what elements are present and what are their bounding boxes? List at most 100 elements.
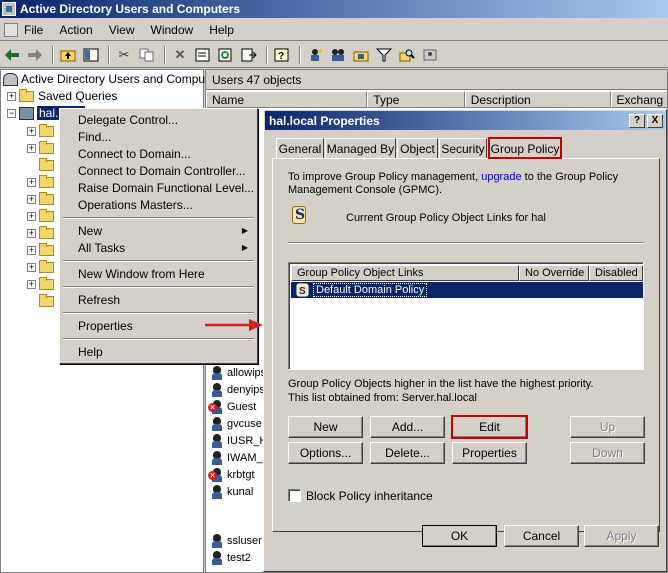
expand-icon[interactable]: + [27,279,36,289]
domain-icon [19,106,34,120]
tree-ou-item[interactable]: + [27,259,58,275]
up-folder-icon[interactable] [58,45,78,65]
user-list-item[interactable]: IUSR_H [211,432,267,449]
add-to-group-icon[interactable] [420,45,440,65]
properties-icon[interactable] [193,45,213,65]
window-titlebar[interactable]: Active Directory Users and Computers [0,0,668,18]
new-user-icon[interactable]: ✦ [305,45,325,65]
user-list-item[interactable]: test2 [211,549,251,566]
apply-button[interactable]: Apply [584,525,659,547]
tab-general[interactable]: General [276,138,324,158]
tree-ou-item[interactable]: + [27,293,58,309]
refresh-icon[interactable] [216,45,236,65]
upgrade-link[interactable]: upgrade [481,171,521,183]
user-list-item[interactable]: denyips [211,381,265,398]
filter-icon[interactable] [374,45,394,65]
ctx-menu-item-new[interactable]: New ▶ [61,222,256,239]
column-type[interactable]: Type [367,91,465,108]
tree-root[interactable]: Active Directory Users and Computer [3,71,219,87]
gpo-list-item[interactable]: S Default Domain Policy [291,282,643,298]
collapse-icon[interactable]: − [7,108,16,118]
column-description[interactable]: Description [464,91,611,108]
down-button[interactable]: Down [570,442,645,464]
copy-icon[interactable] [137,45,157,65]
ctx-menu-item-operations-masters[interactable]: Operations Masters... [61,196,256,213]
gpo-properties-button[interactable]: Properties [452,442,527,464]
ctx-menu-item-delegate-control[interactable]: Delegate Control... [61,111,256,128]
help-icon[interactable]: ? [272,45,292,65]
cancel-button[interactable]: Cancel [504,525,579,547]
ctx-menu-item-raise-level[interactable]: Raise Domain Functional Level... [61,179,256,196]
delete-icon[interactable]: ✕ [170,45,190,65]
find-icon[interactable] [397,45,417,65]
expand-icon[interactable]: + [27,228,36,238]
show-tree-icon[interactable] [81,45,101,65]
dialog-close-button[interactable]: X [647,114,663,128]
new-ou-icon[interactable] [351,45,371,65]
user-list-item[interactable]: allowips [211,364,266,381]
tree-ou-item[interactable]: + [27,225,58,241]
forward-icon[interactable] [25,45,45,65]
new-gpo-button[interactable]: New [288,416,363,438]
user-list-item[interactable]: IWAM_ [211,449,263,466]
new-group-icon[interactable] [328,45,348,65]
back-icon[interactable] [2,45,22,65]
tree-ou-item[interactable]: + [27,123,58,139]
delete-gpo-button[interactable]: Delete... [370,442,445,464]
tree-saved-queries[interactable]: + Saved Queries [7,88,117,104]
up-button[interactable]: Up [570,416,645,438]
gpo-column-disabled[interactable]: Disabled [589,265,643,281]
expand-icon[interactable]: + [27,245,36,255]
user-list-item[interactable]: × Guest [208,398,256,415]
tab-group-policy[interactable]: Group Policy [488,137,562,159]
gpo-links-list[interactable]: Group Policy Object Links No Override Di… [288,262,644,370]
ctx-menu-item-find[interactable]: Find... [61,128,256,145]
block-inheritance-checkbox[interactable] [288,489,301,502]
ctx-menu-item-connect-domain[interactable]: Connect to Domain... [61,145,256,162]
expand-icon[interactable]: + [27,126,36,136]
ctx-menu-item-refresh[interactable]: Refresh [61,291,256,308]
ctx-menu-item-connect-dc[interactable]: Connect to Domain Controller... [61,162,256,179]
dialog-titlebar[interactable]: hal.local Properties ? X [265,111,665,130]
expand-icon[interactable]: + [27,177,36,187]
system-menu-icon[interactable] [4,22,18,37]
menu-action[interactable]: Action [59,23,92,37]
options-button[interactable]: Options... [288,442,363,464]
user-list-item[interactable]: ssluser [211,532,262,549]
tree-ou-item[interactable]: + [27,191,58,207]
cut-icon[interactable]: ✂ [114,45,134,65]
menu-window[interactable]: Window [151,23,194,37]
tree-ou-item[interactable]: + [27,242,58,258]
tree-ou-item[interactable]: + [27,174,58,190]
menu-help[interactable]: Help [209,23,234,37]
tab-object[interactable]: Object [397,138,438,158]
gpo-column-no-override[interactable]: No Override [519,265,589,281]
ok-button[interactable]: OK [422,525,497,547]
add-gpo-button[interactable]: Add... [370,416,445,438]
tree-ou-item[interactable]: + [27,140,58,156]
column-exchange[interactable]: Exchang [610,91,667,108]
tree-ou-item[interactable]: + [27,276,58,292]
gpo-column-links[interactable]: Group Policy Object Links [291,265,519,281]
export-icon[interactable] [239,45,259,65]
column-name[interactable]: Name [206,91,368,108]
tab-managed-by[interactable]: Managed By [325,138,396,158]
expand-icon[interactable]: + [27,262,36,272]
edit-gpo-button[interactable]: Edit [451,415,528,439]
expand-icon[interactable]: + [27,194,36,204]
user-list-item[interactable]: kunal [211,483,253,500]
user-list-item[interactable]: gvcuse [211,415,262,432]
user-list-item[interactable]: × krbtgt [208,466,255,483]
tree-ou-item[interactable]: + [27,157,58,173]
ctx-menu-item-help[interactable]: Help [61,343,256,360]
menu-view[interactable]: View [109,23,135,37]
expand-icon[interactable]: + [7,91,16,101]
expand-icon[interactable]: + [27,143,36,153]
ctx-menu-item-all-tasks[interactable]: All Tasks ▶ [61,239,256,256]
expand-icon[interactable]: + [27,211,36,221]
tree-ou-item[interactable]: + [27,208,58,224]
ctx-menu-item-new-window[interactable]: New Window from Here [61,265,256,282]
menu-file[interactable]: File [24,23,43,37]
dialog-help-button[interactable]: ? [629,114,645,128]
tab-security[interactable]: Security [439,138,487,158]
